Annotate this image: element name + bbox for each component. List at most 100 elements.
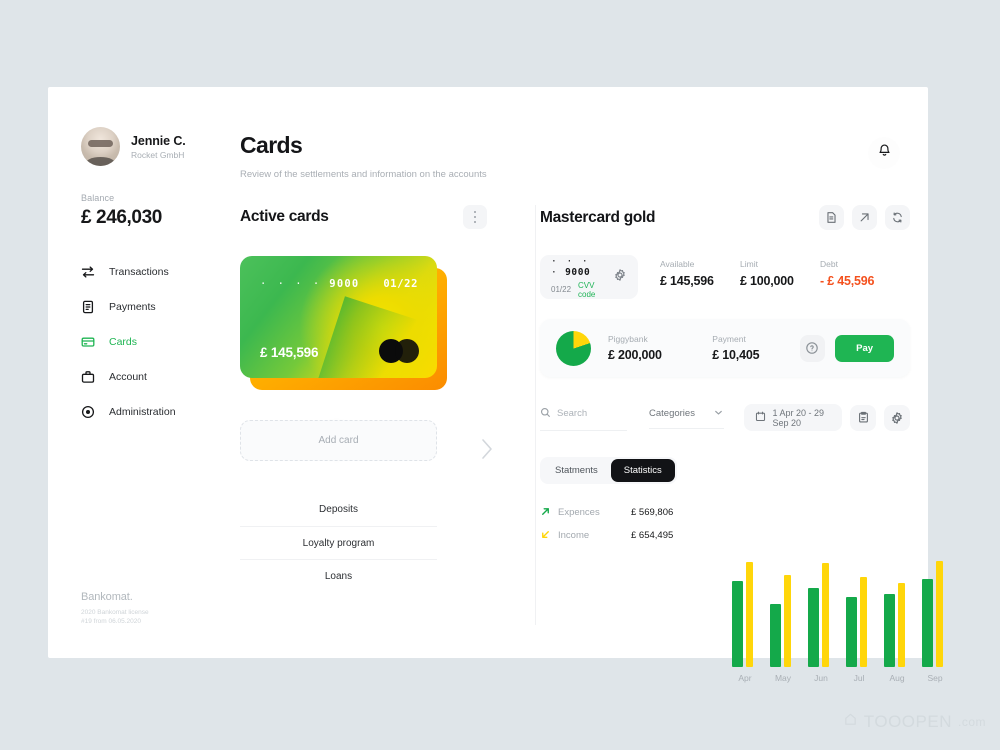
briefcase-icon <box>81 370 95 384</box>
card-detail-title: Mastercard gold <box>540 208 656 226</box>
card-expiry: 01/22 <box>383 278 418 290</box>
chart-bar-group <box>802 557 840 667</box>
chart-x-labels: Apr May Jun Jul Aug Sep <box>726 673 954 683</box>
active-cards-column: Active cards · · · · 9000 01/22 £ 145,59… <box>240 205 492 625</box>
chart-bar <box>746 562 753 667</box>
statement-icon[interactable] <box>819 205 844 230</box>
payment-block: Payment £ 10,405 <box>712 334 799 362</box>
search-input[interactable] <box>557 408 627 419</box>
chart-x-label: Jul <box>853 673 865 683</box>
search-field[interactable] <box>540 405 627 431</box>
active-cards-header: Active cards <box>240 205 487 229</box>
sidebar-item-label: Administration <box>109 406 176 418</box>
brand-footer: Bankomat. 2020 Bankomat license #19 from… <box>81 591 149 627</box>
legend-label: Expences <box>558 507 600 518</box>
watermark-text: TOOOPEN <box>863 712 952 731</box>
card-amount: £ 145,596 <box>260 345 319 360</box>
notifications-button[interactable] <box>868 137 900 169</box>
brand-name: Bankomat. <box>81 591 133 603</box>
export-icon[interactable] <box>850 404 876 431</box>
more-vertical-icon[interactable] <box>463 205 487 229</box>
settings-target-icon <box>81 405 95 419</box>
profile-name: Jennie C. <box>131 133 186 148</box>
card-detail-actions <box>819 205 910 230</box>
brand-license-line1: 2020 Bankomat license <box>81 609 149 616</box>
chart-bar-group <box>726 557 764 667</box>
gear-icon[interactable] <box>613 268 627 287</box>
filters-row: Categories 1 Apr 20 - 29 Sep 20 <box>540 404 910 431</box>
date-range-value: 1 Apr 20 - 29 Sep 20 <box>772 407 825 428</box>
chart-legend: Expences £ 569,806 Income £ 654,495 <box>540 504 910 544</box>
piggybank-block: Piggybank £ 200,000 <box>608 334 695 362</box>
pay-button[interactable]: Pay <box>835 334 894 362</box>
chart-bar-group <box>764 557 802 667</box>
credit-card-icon <box>81 335 95 349</box>
sidebar-item-label: Cards <box>109 336 138 348</box>
watermark-suffix: .com <box>957 715 986 729</box>
column-divider <box>535 205 536 625</box>
link-loyalty-program[interactable]: Loyalty program <box>240 526 437 559</box>
categories-dropdown[interactable]: Categories <box>649 407 724 429</box>
page-title: Cards <box>240 132 303 158</box>
profile-block[interactable]: Jennie C. Rocket GmbH <box>81 127 186 166</box>
date-range-picker[interactable]: 1 Apr 20 - 29 Sep 20 <box>743 404 842 431</box>
sidebar-item-administration[interactable]: Administration <box>81 395 231 429</box>
arrow-up-right-icon <box>540 504 551 522</box>
chart-bar <box>936 561 943 667</box>
sidebar-item-transactions[interactable]: Transactions <box>81 255 231 289</box>
add-card-button[interactable]: Add card <box>240 420 437 461</box>
arrow-down-left-icon <box>540 527 551 545</box>
categories-label: Categories <box>649 408 695 419</box>
chart-x-label: May <box>774 673 792 683</box>
tab-statments[interactable]: Statments <box>542 459 611 482</box>
chart-bar <box>860 577 867 667</box>
link-loans[interactable]: Loans <box>240 559 437 592</box>
share-arrow-icon[interactable] <box>852 205 877 230</box>
card-number: · · · · 9000 <box>260 278 359 290</box>
active-cards-title: Active cards <box>240 208 329 225</box>
chart-bar <box>846 597 857 667</box>
chart-bars <box>726 557 954 667</box>
tab-statistics[interactable]: Statistics <box>610 459 675 482</box>
chart-bar <box>898 583 905 667</box>
receipt-icon <box>81 300 95 314</box>
chart-bar-group <box>916 557 954 667</box>
statistics-bar-chart: Apr May Jun Jul Aug Sep <box>726 557 954 687</box>
balance-label: Balance <box>81 193 115 203</box>
chart-x-label: Jun <box>814 673 828 683</box>
filter-settings-icon[interactable] <box>884 404 910 431</box>
refresh-icon[interactable] <box>885 205 910 230</box>
chart-x-label: Sep <box>927 673 943 683</box>
cvv-code-link[interactable]: CVV code <box>578 281 604 299</box>
stat-label: Available <box>660 259 695 269</box>
stat-limit: Limit £ 100,000 <box>740 259 820 288</box>
bell-icon <box>877 143 892 163</box>
help-circle-icon[interactable] <box>799 334 826 362</box>
link-deposits[interactable]: Deposits <box>240 493 437 526</box>
legend-item-income: Income £ 654,495 <box>540 527 910 544</box>
page-subtitle: Review of the settlements and informatio… <box>240 169 487 180</box>
sidebar-item-label: Payments <box>109 301 156 313</box>
mini-card-number: · · · · 9000 <box>551 256 604 278</box>
chart-bar <box>770 604 781 667</box>
sidebar-item-label: Transactions <box>109 266 169 278</box>
brand-license-line2: #19 from 06.05.2020 <box>81 618 141 626</box>
secondary-links: Deposits Loyalty program Loans <box>240 493 437 592</box>
sidebar-item-cards[interactable]: Cards <box>81 325 231 359</box>
sidebar-item-account[interactable]: Account <box>81 360 231 394</box>
credit-card-visual[interactable]: · · · · 9000 01/22 £ 145,596 <box>240 256 437 378</box>
mini-card-expiry: 01/22 <box>551 285 572 294</box>
legend-value: £ 569,806 <box>631 507 674 518</box>
next-card-button[interactable] <box>478 434 496 464</box>
chart-x-label: Aug <box>889 673 905 683</box>
legend-item-expences: Expences £ 569,806 <box>540 504 910 521</box>
balance-value: £ 246,030 <box>81 207 162 228</box>
mini-card[interactable]: · · · · 9000 01/22 CVV code <box>540 255 638 299</box>
mastercard-icon <box>379 339 419 363</box>
piggybank-panel: Piggybank £ 200,000 Payment £ 10,405 Pay <box>540 319 910 377</box>
watermark: TOOOPEN .com <box>843 712 986 732</box>
calendar-icon <box>755 411 766 424</box>
profile-company: Rocket GmbH <box>131 149 185 160</box>
sidebar-item-payments[interactable]: Payments <box>81 290 231 324</box>
chart-bar <box>732 581 743 667</box>
